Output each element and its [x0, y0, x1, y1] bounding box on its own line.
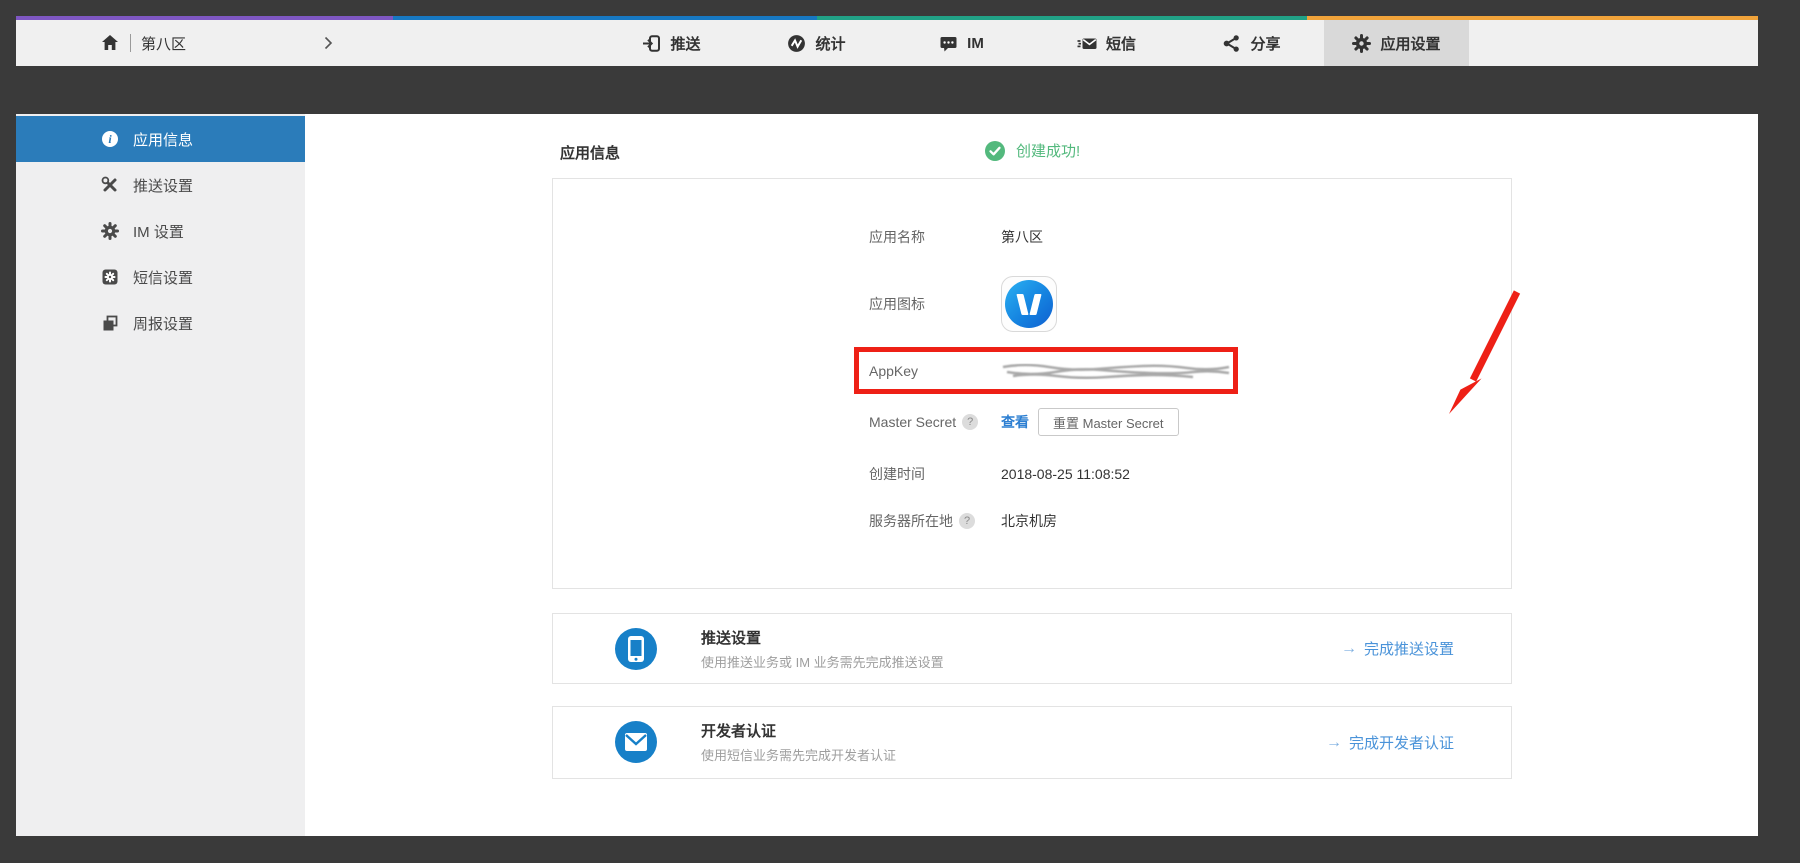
report-pages-icon — [101, 314, 119, 332]
appkey-highlight-box: AppKey — [854, 347, 1238, 394]
app-name-row: 应用名称 第八区 — [869, 223, 1043, 251]
tab-im-label: IM — [967, 35, 984, 52]
red-annotation-arrow — [1433, 284, 1543, 429]
created-time-value: 2018-08-25 11:08:52 — [1001, 466, 1130, 482]
push-setup-card: 推送设置 使用推送业务或 IM 业务需先完成推送设置 → 完成推送设置 — [552, 613, 1512, 684]
help-icon[interactable]: ? — [959, 513, 975, 529]
tab-push[interactable]: 推送 — [599, 20, 744, 66]
sms-icon — [1077, 34, 1097, 53]
app-icon-row: 应用图标 — [869, 290, 1001, 318]
arrow-right-icon: → — [1341, 640, 1357, 658]
share-icon — [1222, 34, 1241, 53]
app-name-label: 应用名称 — [869, 227, 1001, 247]
success-badge: 创建成功! — [985, 140, 1080, 161]
page-title: 应用信息 — [560, 142, 620, 163]
tab-stats-label: 统计 — [815, 33, 845, 54]
phone-icon — [615, 628, 657, 670]
appkey-value-redacted — [1001, 362, 1233, 380]
breadcrumb-app-name[interactable]: 第八区 — [141, 33, 186, 54]
tab-im[interactable]: IM — [889, 20, 1034, 66]
app-icon-image — [1001, 276, 1057, 332]
created-time-label: 创建时间 — [869, 464, 1001, 484]
app-info-content: 应用信息 创建成功! 应用名称 第八区 应用图标 — [305, 114, 1758, 836]
server-location-label: 服务器所在地 ? — [869, 511, 1001, 531]
breadcrumb-chevron-icon[interactable] — [324, 20, 333, 66]
tab-app-settings-label: 应用设置 — [1380, 33, 1440, 54]
success-text: 创建成功! — [1016, 140, 1080, 161]
stats-icon — [787, 34, 806, 53]
master-secret-label-text: Master Secret — [869, 414, 956, 430]
app-icon-label: 应用图标 — [869, 294, 1001, 314]
tab-share[interactable]: 分享 — [1179, 20, 1324, 66]
push-setup-title: 推送设置 — [701, 627, 761, 648]
nav-tabs: 推送 统计 IM 短信 — [599, 20, 1469, 66]
complete-developer-verify-link[interactable]: → 完成开发者认证 — [1326, 707, 1454, 778]
home-icon[interactable] — [100, 33, 120, 53]
tab-app-settings[interactable]: 应用设置 — [1324, 20, 1469, 66]
complete-push-setup-label: 完成推送设置 — [1364, 638, 1454, 659]
settings-sidebar: i 应用信息 推送设置 IM 设置 短信设置 — [16, 114, 305, 836]
app-console-page: 第八区 推送 统计 IM — [0, 0, 1800, 863]
sidebar-item-sms-settings[interactable]: 短信设置 — [16, 254, 305, 300]
created-time-row: 创建时间 2018-08-25 11:08:52 — [869, 460, 1130, 488]
sidebar-item-push-settings[interactable]: 推送设置 — [16, 162, 305, 208]
tab-sms-label: 短信 — [1106, 33, 1136, 54]
appkey-label: AppKey — [869, 363, 1001, 379]
sidebar-item-label: 推送设置 — [133, 175, 193, 196]
gear-icon — [101, 222, 119, 240]
gear-icon — [1352, 34, 1371, 53]
tools-icon — [101, 176, 119, 194]
app-logo — [1005, 280, 1053, 328]
sidebar-item-label: IM 设置 — [133, 221, 184, 242]
tab-share-label: 分享 — [1250, 33, 1280, 54]
check-circle-icon — [985, 141, 1005, 161]
reset-master-secret-button[interactable]: 重置 Master Secret — [1038, 408, 1179, 436]
master-secret-label: Master Secret ? — [869, 414, 1001, 430]
developer-verify-card: 开发者认证 使用短信业务需先完成开发者认证 → 完成开发者认证 — [552, 706, 1512, 779]
app-info-card: 应用名称 第八区 应用图标 AppKey Maste — [552, 178, 1512, 589]
arrow-right-icon: → — [1326, 734, 1342, 752]
tab-push-label: 推送 — [670, 33, 700, 54]
breadcrumb: 第八区 — [100, 20, 186, 66]
main-window: i 应用信息 推送设置 IM 设置 短信设置 — [16, 114, 1758, 836]
tab-stats[interactable]: 统计 — [744, 20, 889, 66]
developer-verify-title: 开发者认证 — [701, 720, 776, 741]
sidebar-item-label: 应用信息 — [133, 129, 193, 150]
view-master-secret-link[interactable]: 查看 — [1001, 412, 1029, 432]
sidebar-item-label: 周报设置 — [133, 313, 193, 334]
sidebar-item-app-info[interactable]: i 应用信息 — [16, 116, 305, 162]
sidebar-item-weekly-report-settings[interactable]: 周报设置 — [16, 300, 305, 346]
info-icon: i — [101, 130, 119, 148]
server-location-label-text: 服务器所在地 — [869, 511, 953, 531]
developer-verify-desc: 使用短信业务需先完成开发者认证 — [701, 745, 896, 764]
sidebar-item-im-settings[interactable]: IM 设置 — [16, 208, 305, 254]
master-secret-row: Master Secret ? 查看 — [869, 408, 1029, 436]
push-setup-desc: 使用推送业务或 IM 业务需先完成推送设置 — [701, 652, 944, 671]
app-name-value: 第八区 — [1001, 227, 1043, 247]
complete-developer-verify-label: 完成开发者认证 — [1349, 732, 1454, 753]
mail-icon — [615, 721, 657, 763]
top-navbar: 第八区 推送 统计 IM — [16, 16, 1758, 66]
tab-sms[interactable]: 短信 — [1034, 20, 1179, 66]
nav-border-purple — [16, 16, 393, 20]
breadcrumb-separator — [130, 34, 131, 52]
server-location-value: 北京机房 — [1001, 511, 1057, 531]
push-icon — [642, 34, 661, 53]
help-icon[interactable]: ? — [962, 414, 978, 430]
complete-push-setup-link[interactable]: → 完成推送设置 — [1341, 614, 1454, 683]
server-location-row: 服务器所在地 ? 北京机房 — [869, 507, 1057, 535]
sidebar-item-label: 短信设置 — [133, 267, 193, 288]
im-chat-icon — [939, 34, 958, 53]
sms-gear-icon — [101, 268, 119, 286]
